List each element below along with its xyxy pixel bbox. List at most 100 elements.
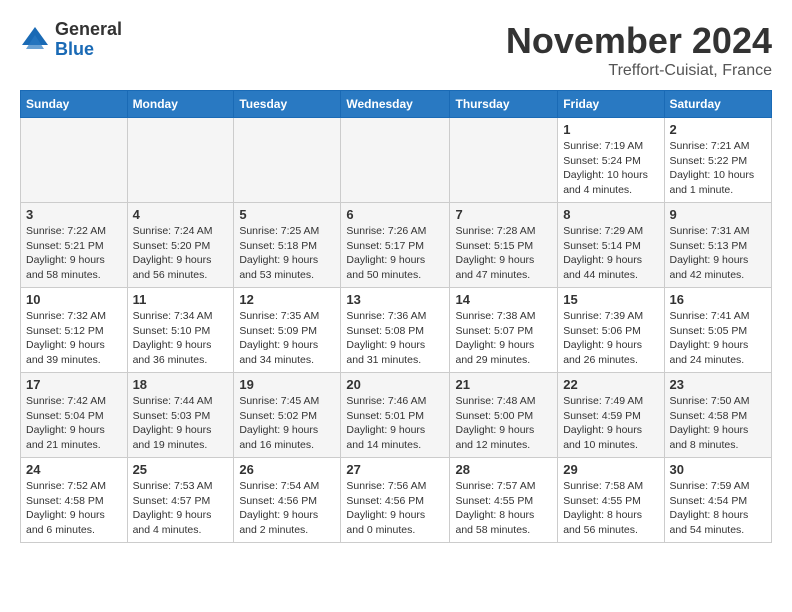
day-info: Sunrise: 7:58 AM Sunset: 4:55 PM Dayligh…: [563, 479, 658, 538]
header-row: SundayMondayTuesdayWednesdayThursdayFrid…: [21, 91, 772, 118]
calendar-cell: 15 Sunrise: 7:39 AM Sunset: 5:06 PM Dayli…: [558, 288, 664, 373]
day-number: 20: [346, 377, 444, 392]
header-friday: Friday: [558, 91, 664, 118]
day-number: 7: [455, 207, 552, 222]
month-title: November 2024: [506, 20, 772, 62]
page-header: General Blue November 2024 Treffort-Cuis…: [20, 20, 772, 80]
calendar-cell: 17Sunrise: 7:42 AM Sunset: 5:04 PM Dayli…: [21, 373, 128, 458]
day-info: Sunrise: 7:22 AM Sunset: 5:21 PM Dayligh…: [26, 224, 122, 283]
day-number: 23: [670, 377, 767, 392]
day-number: 21: [455, 377, 552, 392]
calendar-cell: 16 Sunrise: 7:41 AM Sunset: 5:05 PM Dayli…: [664, 288, 772, 373]
calendar-cell: 27 Sunrise: 7:56 AM Sunset: 4:56 PM Dayli…: [341, 458, 450, 543]
day-info: Sunrise: 7:46 AM Sunset: 5:01 PM Dayligh…: [346, 394, 444, 453]
calendar-cell: 9 Sunrise: 7:31 AM Sunset: 5:13 PM Daylig…: [664, 203, 772, 288]
calendar-cell: 28 Sunrise: 7:57 AM Sunset: 4:55 PM Dayli…: [450, 458, 558, 543]
day-info: Sunrise: 7:52 AM Sunset: 4:58 PM Dayligh…: [26, 479, 122, 538]
calendar-cell: 26Sunrise: 7:54 AM Sunset: 4:56 PM Dayli…: [234, 458, 341, 543]
day-number: 27: [346, 462, 444, 477]
day-number: 18: [133, 377, 229, 392]
day-info: Sunrise: 7:36 AM Sunset: 5:08 PM Dayligh…: [346, 309, 444, 368]
day-number: 17: [26, 377, 122, 392]
week-row: 10 Sunrise: 7:32 AM Sunset: 5:12 PM Dayli…: [21, 288, 772, 373]
logo-icon: [20, 25, 50, 55]
calendar-cell: [450, 118, 558, 203]
day-info: Sunrise: 7:39 AM Sunset: 5:06 PM Dayligh…: [563, 309, 658, 368]
header-tuesday: Tuesday: [234, 91, 341, 118]
calendar-cell: 2 Sunrise: 7:21 AM Sunset: 5:22 PM Daylig…: [664, 118, 772, 203]
logo-blue: Blue: [55, 40, 122, 60]
calendar-cell: 10 Sunrise: 7:32 AM Sunset: 5:12 PM Dayli…: [21, 288, 128, 373]
day-number: 10: [26, 292, 122, 307]
day-number: 16: [670, 292, 767, 307]
day-number: 12: [239, 292, 335, 307]
day-info: Sunrise: 7:45 AM Sunset: 5:02 PM Dayligh…: [239, 394, 335, 453]
header-saturday: Saturday: [664, 91, 772, 118]
day-info: Sunrise: 7:31 AM Sunset: 5:13 PM Dayligh…: [670, 224, 767, 283]
day-number: 1: [563, 122, 658, 137]
calendar-cell: 1 Sunrise: 7:19 AM Sunset: 5:24 PM Daylig…: [558, 118, 664, 203]
day-number: 30: [670, 462, 767, 477]
calendar-cell: 11Sunrise: 7:34 AM Sunset: 5:10 PM Dayli…: [127, 288, 234, 373]
logo-text: General Blue: [55, 20, 122, 60]
day-number: 2: [670, 122, 767, 137]
day-number: 3: [26, 207, 122, 222]
day-info: Sunrise: 7:57 AM Sunset: 4:55 PM Dayligh…: [455, 479, 552, 538]
calendar-cell: 21 Sunrise: 7:48 AM Sunset: 5:00 PM Dayli…: [450, 373, 558, 458]
day-number: 22: [563, 377, 658, 392]
day-number: 29: [563, 462, 658, 477]
day-number: 4: [133, 207, 229, 222]
calendar-cell: 12 Sunrise: 7:35 AM Sunset: 5:09 PM Dayli…: [234, 288, 341, 373]
day-info: Sunrise: 7:19 AM Sunset: 5:24 PM Dayligh…: [563, 139, 658, 198]
week-row: 1 Sunrise: 7:19 AM Sunset: 5:24 PM Daylig…: [21, 118, 772, 203]
day-info: Sunrise: 7:35 AM Sunset: 5:09 PM Dayligh…: [239, 309, 335, 368]
header-monday: Monday: [127, 91, 234, 118]
week-row: 17Sunrise: 7:42 AM Sunset: 5:04 PM Dayli…: [21, 373, 772, 458]
calendar-cell: 4 Sunrise: 7:24 AM Sunset: 5:20 PM Daylig…: [127, 203, 234, 288]
day-info: Sunrise: 7:48 AM Sunset: 5:00 PM Dayligh…: [455, 394, 552, 453]
day-info: Sunrise: 7:56 AM Sunset: 4:56 PM Dayligh…: [346, 479, 444, 538]
calendar-cell: 13 Sunrise: 7:36 AM Sunset: 5:08 PM Dayli…: [341, 288, 450, 373]
header-wednesday: Wednesday: [341, 91, 450, 118]
location: Treffort-Cuisiat, France: [506, 62, 772, 80]
day-info: Sunrise: 7:41 AM Sunset: 5:05 PM Dayligh…: [670, 309, 767, 368]
day-info: Sunrise: 7:21 AM Sunset: 5:22 PM Dayligh…: [670, 139, 767, 198]
day-info: Sunrise: 7:28 AM Sunset: 5:15 PM Dayligh…: [455, 224, 552, 283]
logo-general: General: [55, 20, 122, 40]
day-number: 25: [133, 462, 229, 477]
calendar-cell: [21, 118, 128, 203]
calendar-cell: 18 Sunrise: 7:44 AM Sunset: 5:03 PM Dayli…: [127, 373, 234, 458]
calendar-cell: 30 Sunrise: 7:59 AM Sunset: 4:54 PM Dayli…: [664, 458, 772, 543]
day-number: 15: [563, 292, 658, 307]
calendar-cell: [234, 118, 341, 203]
logo: General Blue: [20, 20, 122, 60]
day-info: Sunrise: 7:34 AM Sunset: 5:10 PM Dayligh…: [133, 309, 229, 368]
week-row: 3 Sunrise: 7:22 AM Sunset: 5:21 PM Daylig…: [21, 203, 772, 288]
calendar-cell: 5Sunrise: 7:25 AM Sunset: 5:18 PM Daylig…: [234, 203, 341, 288]
day-number: 19: [239, 377, 335, 392]
day-number: 28: [455, 462, 552, 477]
title-block: November 2024 Treffort-Cuisiat, France: [506, 20, 772, 80]
header-sunday: Sunday: [21, 91, 128, 118]
day-info: Sunrise: 7:29 AM Sunset: 5:14 PM Dayligh…: [563, 224, 658, 283]
calendar-cell: [127, 118, 234, 203]
day-info: Sunrise: 7:32 AM Sunset: 5:12 PM Dayligh…: [26, 309, 122, 368]
day-info: Sunrise: 7:26 AM Sunset: 5:17 PM Dayligh…: [346, 224, 444, 283]
day-info: Sunrise: 7:24 AM Sunset: 5:20 PM Dayligh…: [133, 224, 229, 283]
calendar-cell: 23Sunrise: 7:50 AM Sunset: 4:58 PM Dayli…: [664, 373, 772, 458]
day-info: Sunrise: 7:59 AM Sunset: 4:54 PM Dayligh…: [670, 479, 767, 538]
calendar-cell: 25Sunrise: 7:53 AM Sunset: 4:57 PM Dayli…: [127, 458, 234, 543]
day-info: Sunrise: 7:54 AM Sunset: 4:56 PM Dayligh…: [239, 479, 335, 538]
day-info: Sunrise: 7:38 AM Sunset: 5:07 PM Dayligh…: [455, 309, 552, 368]
calendar-cell: 22Sunrise: 7:49 AM Sunset: 4:59 PM Dayli…: [558, 373, 664, 458]
day-number: 9: [670, 207, 767, 222]
day-number: 24: [26, 462, 122, 477]
calendar-cell: 20 Sunrise: 7:46 AM Sunset: 5:01 PM Dayli…: [341, 373, 450, 458]
day-number: 13: [346, 292, 444, 307]
day-info: Sunrise: 7:44 AM Sunset: 5:03 PM Dayligh…: [133, 394, 229, 453]
calendar-cell: 19 Sunrise: 7:45 AM Sunset: 5:02 PM Dayli…: [234, 373, 341, 458]
header-thursday: Thursday: [450, 91, 558, 118]
calendar-cell: [341, 118, 450, 203]
week-row: 24 Sunrise: 7:52 AM Sunset: 4:58 PM Dayli…: [21, 458, 772, 543]
day-info: Sunrise: 7:25 AM Sunset: 5:18 PM Dayligh…: [239, 224, 335, 283]
